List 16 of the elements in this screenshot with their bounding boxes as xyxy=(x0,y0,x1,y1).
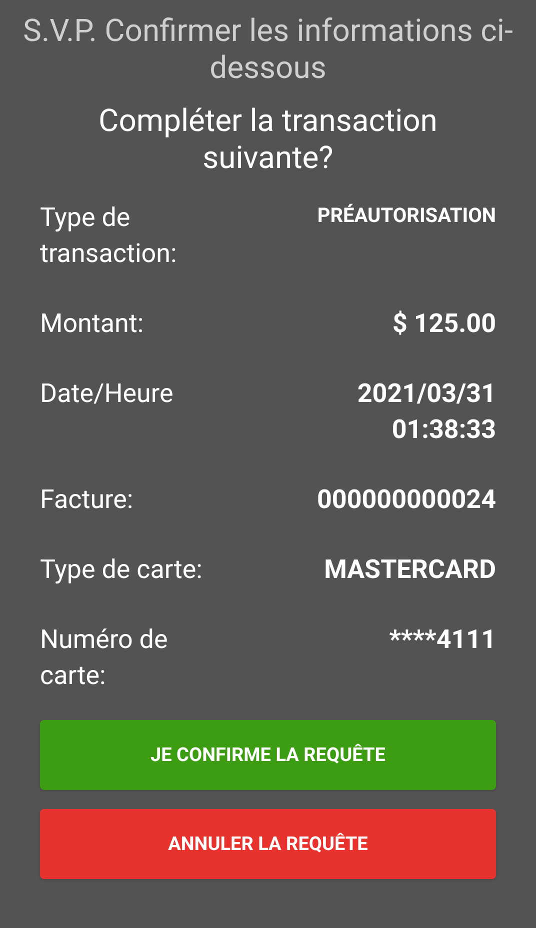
field-label: Numéro de carte: xyxy=(40,624,169,693)
field-label: Montant: xyxy=(40,308,145,341)
cancel-button[interactable]: ANNULER LA REQUÊTE xyxy=(40,809,496,879)
field-value: MASTERCARD xyxy=(323,554,496,587)
page-title: S.V.P. Confirmer les informations ci-dessous xyxy=(22,12,514,86)
field-value: $ 125.00 xyxy=(391,308,496,341)
confirm-button[interactable]: JE CONFIRME LA REQUÊTE xyxy=(40,720,496,790)
confirmation-question: Compléter la transaction suivante? xyxy=(98,102,438,176)
field-label: Date/Heure xyxy=(40,378,174,411)
field-label: Type de transaction: xyxy=(40,202,178,271)
field-label: Facture: xyxy=(40,484,134,517)
field-value: 2021/03/31 01:38:33 xyxy=(356,378,496,447)
field-value: ****4111 xyxy=(388,624,496,657)
field-value: PRÉAUTORISATION xyxy=(316,202,496,229)
field-value: 000000000024 xyxy=(316,484,496,517)
field-label: Type de carte: xyxy=(40,554,204,587)
